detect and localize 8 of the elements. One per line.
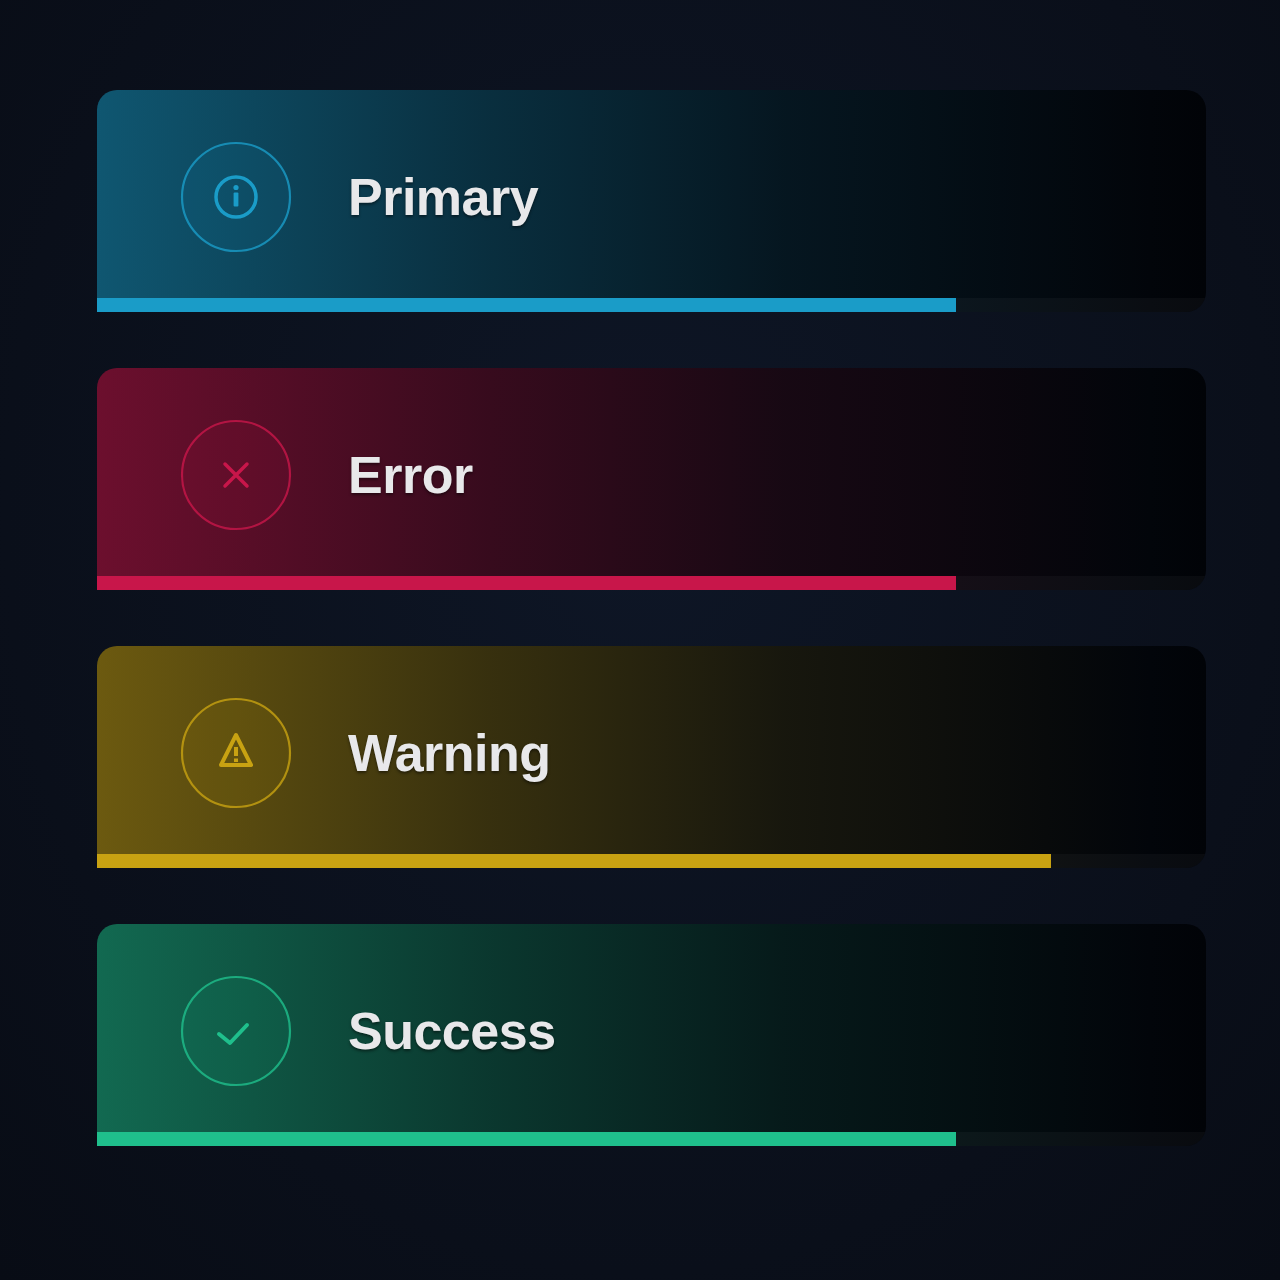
toast-title: Warning [348,723,551,783]
check-circle-icon [180,975,292,1087]
toast-title: Primary [348,167,539,227]
info-icon [180,141,292,253]
warning-icon [180,697,292,809]
toast-title: Success [348,1001,556,1061]
toast-title: Error [348,445,473,505]
x-circle-icon [180,419,292,531]
